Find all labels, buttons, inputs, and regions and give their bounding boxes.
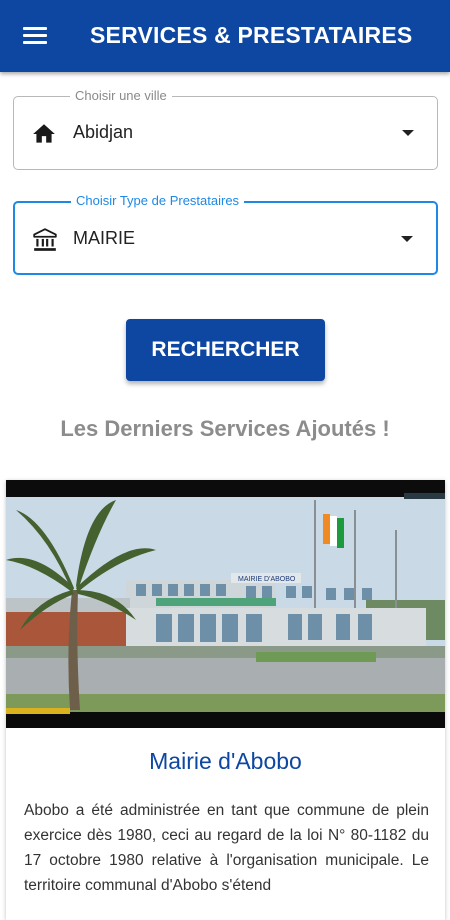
provider-type-value: MAIRIE [73,228,136,248]
app-title: SERVICES & PRESTATAIRES [90,22,413,48]
service-card-description: Abobo a été administrée en tant que comm… [24,802,429,894]
town-hall-photo: MAIRIE D'ABOBO [6,480,445,728]
provider-type-label: Choisir Type de Prestataires [71,193,245,209]
chevron-down-icon [402,130,414,136]
city-select-label: Choisir une ville [70,88,172,104]
city-select[interactable]: Choisir une ville Abidjan [13,88,438,170]
building-sign: MAIRIE D'ABOBO [238,576,296,583]
section-title: Les Derniers Services Ajoutés ! [60,416,390,441]
bank-icon [33,228,57,251]
service-card[interactable]: MAIRIE D'ABOBO Mairie d'Abobo Abobo a ét… [6,480,445,920]
search-button[interactable]: RECHERCHER [126,319,325,381]
home-icon [33,124,55,143]
service-card-image: MAIRIE D'ABOBO [6,480,445,728]
provider-type-select[interactable]: Choisir Type de Prestataires MAIRIE [13,193,438,275]
app-bar: SERVICES & PRESTATAIRES [0,0,450,72]
service-card-title: Mairie d'Abobo [149,748,302,774]
hamburger-menu-icon[interactable] [23,27,47,45]
city-select-value: Abidjan [73,122,134,142]
chevron-down-icon [401,236,413,242]
